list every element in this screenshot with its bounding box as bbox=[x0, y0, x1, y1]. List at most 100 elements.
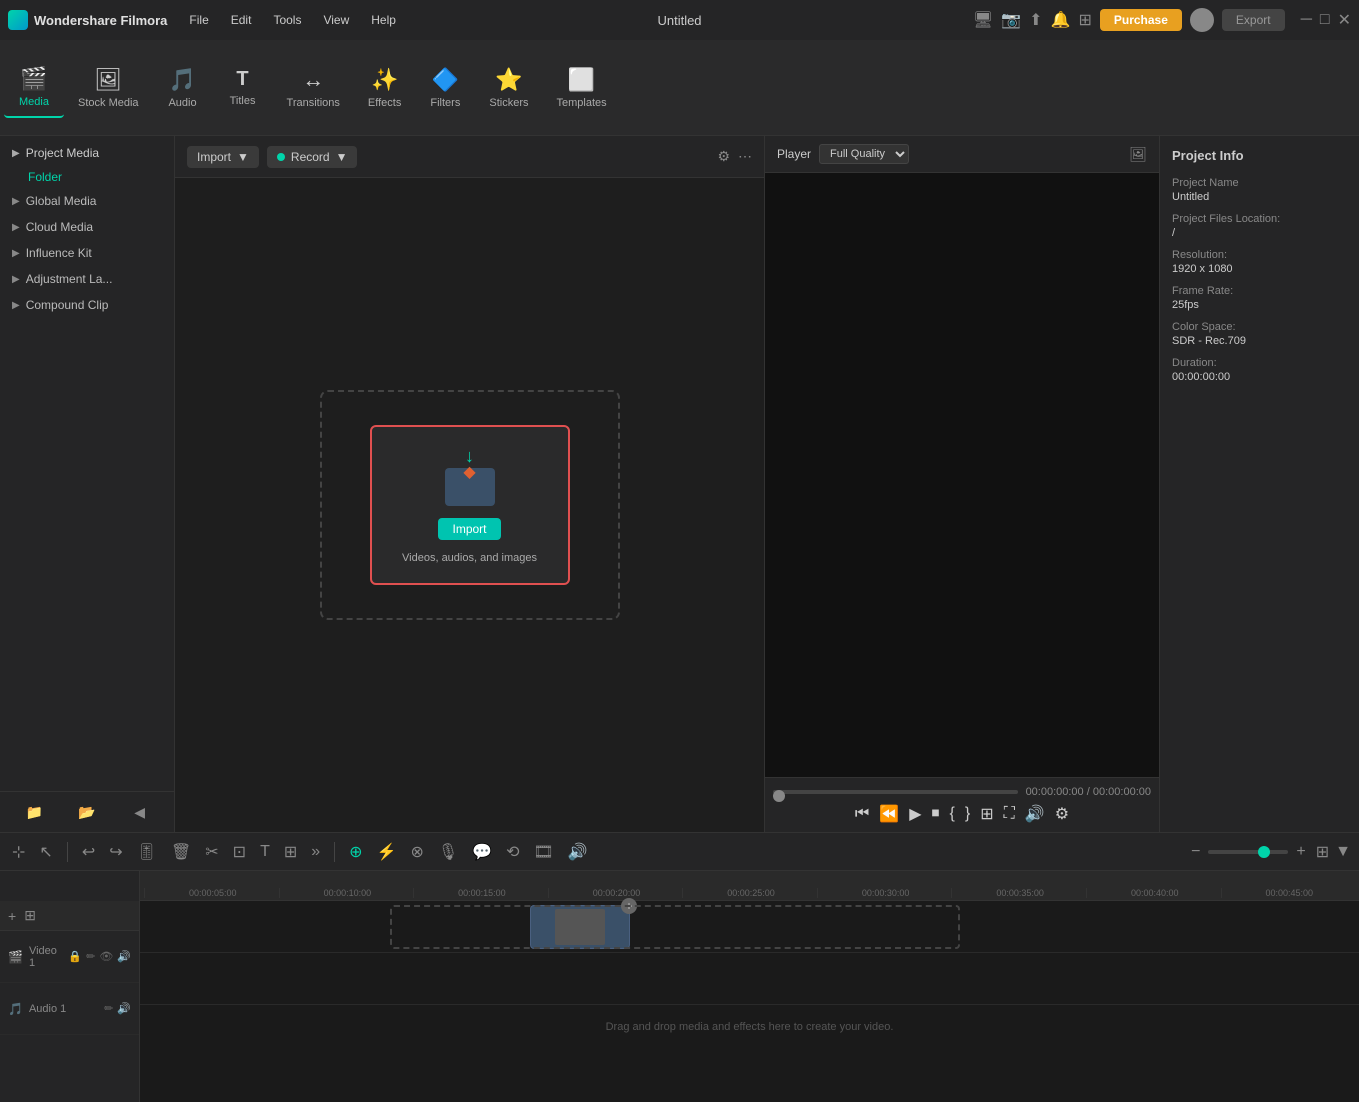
subtitle-button[interactable]: 💬 bbox=[468, 840, 496, 864]
sidebar-global-media[interactable]: ▶ Global Media bbox=[0, 188, 174, 214]
redo-button[interactable]: ↪ bbox=[105, 840, 126, 864]
motion-btn[interactable]: ⟲ bbox=[502, 840, 523, 864]
zoom-slider[interactable] bbox=[1208, 850, 1288, 854]
menu-edit[interactable]: Edit bbox=[221, 9, 262, 31]
grid-view-button[interactable]: ⊞ bbox=[1316, 842, 1329, 862]
select-tool-button[interactable]: ⊹ bbox=[8, 840, 29, 864]
tool-media[interactable]: 🎬 Media bbox=[4, 58, 64, 118]
audio-clip-button[interactable]: 🔊 bbox=[564, 840, 592, 864]
step-back-button[interactable]: ⏪ bbox=[879, 804, 899, 824]
video-track-lock-icon[interactable]: 🔒 bbox=[68, 950, 82, 963]
mask-button[interactable]: ⊗ bbox=[406, 840, 427, 864]
timeline-settings-button[interactable]: ▼ bbox=[1335, 843, 1351, 861]
add-track-icon[interactable]: + bbox=[8, 908, 16, 924]
grid-icon[interactable]: ⊞ bbox=[1078, 10, 1091, 30]
close-button[interactable]: ✕ bbox=[1338, 10, 1351, 30]
tool-filters[interactable]: 🔷 Filters bbox=[415, 59, 475, 117]
audio-mix-button[interactable]: 🎚 bbox=[133, 840, 161, 864]
screenshot-icon[interactable]: 📷 bbox=[1001, 10, 1021, 30]
tool-templates[interactable]: ⬜ Templates bbox=[542, 59, 620, 117]
zoom-in-button[interactable]: + bbox=[1292, 841, 1309, 863]
maximize-button[interactable]: □ bbox=[1320, 11, 1330, 29]
menu-view[interactable]: View bbox=[313, 9, 359, 31]
import-button[interactable]: Import ▼ bbox=[187, 146, 259, 168]
more-tools-button[interactable]: » bbox=[307, 841, 324, 863]
stabilize-button[interactable]: 🎞 bbox=[530, 840, 558, 864]
player-viewport bbox=[765, 173, 1159, 777]
more-options-icon[interactable]: ⋯ bbox=[738, 148, 752, 165]
import-chevron-icon: ▼ bbox=[237, 150, 249, 164]
monitor-icon[interactable]: 🖥 bbox=[973, 10, 993, 30]
tool-transitions[interactable]: ↔ Transitions bbox=[273, 59, 354, 117]
menu-tools[interactable]: Tools bbox=[263, 9, 311, 31]
sidebar-compound-clip[interactable]: ▶ Compound Clip bbox=[0, 292, 174, 318]
undo-button[interactable]: ↩ bbox=[78, 840, 99, 864]
new-folder-icon[interactable]: 📁 bbox=[22, 800, 46, 824]
sidebar-adjustment-layer[interactable]: ▶ Adjustment La... bbox=[0, 266, 174, 292]
frame-rate-label: Frame Rate: bbox=[1172, 285, 1347, 297]
video-track-edit-icon[interactable]: ✏ bbox=[86, 950, 95, 963]
import-media-button[interactable]: Import bbox=[438, 518, 500, 540]
quality-select[interactable]: Full Quality bbox=[819, 144, 909, 164]
voice-button[interactable]: 🎙 bbox=[434, 840, 462, 864]
sidebar-folder[interactable]: Folder bbox=[0, 166, 174, 188]
record-button[interactable]: Record ▼ bbox=[267, 146, 358, 168]
add-to-timeline-button[interactable]: ⊞ bbox=[980, 804, 993, 824]
menu-help[interactable]: Help bbox=[361, 9, 406, 31]
record-label: Record bbox=[291, 150, 330, 164]
project-name-value: Untitled bbox=[1172, 191, 1347, 203]
skip-back-button[interactable]: ⏮ bbox=[855, 805, 869, 823]
zoom-out-button[interactable]: − bbox=[1187, 841, 1204, 863]
collapse-sidebar-icon[interactable]: ◀ bbox=[128, 800, 152, 824]
upload-icon[interactable]: ⬆ bbox=[1029, 10, 1042, 30]
sidebar-influence-kit[interactable]: ▶ Influence Kit bbox=[0, 240, 174, 266]
snap-icon[interactable]: ⊞ bbox=[24, 907, 36, 924]
title-bar-left: Wondershare Filmora File Edit Tools View… bbox=[8, 9, 406, 31]
filter-icon[interactable]: ⚙ bbox=[717, 148, 730, 165]
stop-button[interactable]: ⏹ bbox=[932, 805, 940, 823]
export-button[interactable]: Export bbox=[1222, 9, 1285, 31]
tool-audio[interactable]: 🎵 Audio bbox=[153, 59, 213, 117]
mark-in-button[interactable]: { bbox=[950, 805, 955, 823]
sidebar-cloud-media[interactable]: ▶ Cloud Media bbox=[0, 214, 174, 240]
play-button[interactable]: ▶ bbox=[909, 804, 921, 824]
delete-button[interactable]: 🗑 bbox=[167, 840, 195, 864]
drop-zone-inner[interactable]: ↓ ◆ Import Videos, audios, and images bbox=[370, 425, 570, 585]
color-match-button[interactable]: ⊕ bbox=[345, 840, 366, 864]
pointer-tool-button[interactable]: ↖ bbox=[35, 840, 56, 864]
player-snapshot-icon[interactable]: 🖼 bbox=[1129, 146, 1147, 163]
scrubber-bar[interactable] bbox=[773, 790, 1018, 794]
speed-button[interactable]: ⚡ bbox=[373, 840, 401, 864]
audio-track-area[interactable] bbox=[140, 953, 1359, 1005]
fullscreen-button[interactable]: ⛶ bbox=[1004, 805, 1015, 823]
tool-effects[interactable]: ✨ Effects bbox=[354, 59, 415, 117]
audio-track-edit-icon[interactable]: ✏ bbox=[104, 1002, 113, 1015]
video-track-hide-icon[interactable]: 👁 bbox=[99, 950, 113, 963]
trim-button[interactable]: ⊡ bbox=[229, 840, 250, 864]
menu-file[interactable]: File bbox=[179, 9, 218, 31]
mark-out-button[interactable]: } bbox=[965, 805, 970, 823]
tool-stickers[interactable]: ⭐ Stickers bbox=[475, 59, 542, 117]
player-tab[interactable]: Player bbox=[777, 147, 811, 161]
tool-effects-label: Effects bbox=[368, 97, 401, 109]
settings-button[interactable]: ⚙ bbox=[1055, 804, 1069, 824]
avatar[interactable] bbox=[1190, 8, 1214, 32]
crop-button[interactable]: ⊞ bbox=[280, 840, 301, 864]
tool-stock-media[interactable]: 🖼 Stock Media bbox=[64, 59, 153, 117]
tool-titles-label: Titles bbox=[230, 95, 256, 107]
add-media-icon[interactable]: 📂 bbox=[75, 800, 99, 824]
video-track-area[interactable]: + bbox=[140, 901, 1359, 953]
cloud-media-arrow: ▶ bbox=[12, 222, 20, 233]
text-button[interactable]: T bbox=[256, 841, 274, 863]
minimize-button[interactable]: ─ bbox=[1301, 11, 1312, 29]
cut-button[interactable]: ✂ bbox=[201, 840, 222, 864]
purchase-button[interactable]: Purchase bbox=[1100, 9, 1182, 31]
playback-scrubber: 00:00:00:00 / 00:00:00:00 bbox=[773, 786, 1151, 798]
video-track-mute-icon[interactable]: 🔊 bbox=[117, 950, 131, 963]
audio-control-button[interactable]: 🔊 bbox=[1025, 804, 1045, 824]
project-media-header[interactable]: ▶ Project Media bbox=[0, 136, 174, 166]
scrubber-thumb[interactable] bbox=[773, 790, 785, 802]
tool-titles[interactable]: T Titles bbox=[213, 60, 273, 115]
audio-track-mute-icon[interactable]: 🔊 bbox=[117, 1002, 131, 1015]
bell-icon[interactable]: 🔔 bbox=[1051, 10, 1071, 30]
